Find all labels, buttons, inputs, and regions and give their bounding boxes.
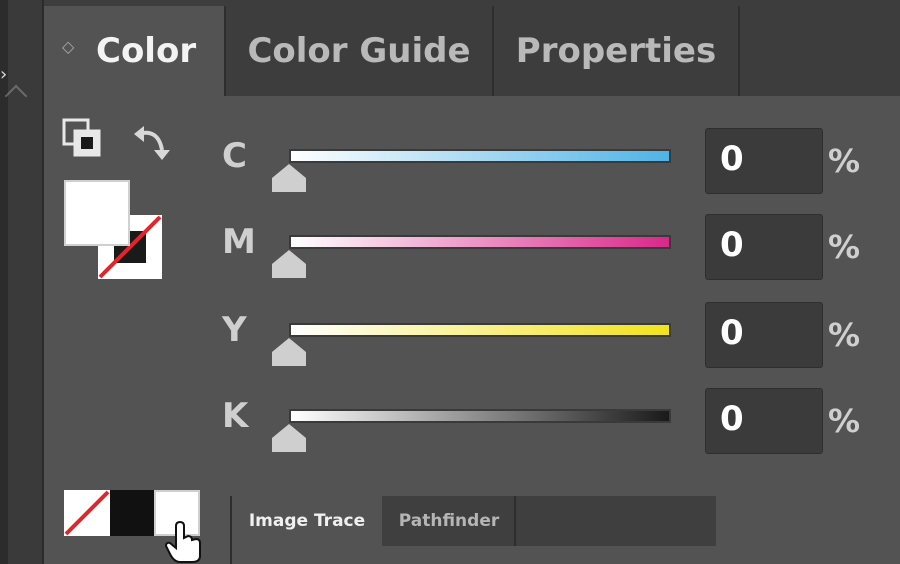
tab-properties[interactable]: Properties <box>494 6 738 96</box>
left-toolbar-strip: › <box>0 0 42 564</box>
slider-label-c: C <box>222 136 247 176</box>
black-slider-track[interactable] <box>289 409 671 423</box>
slider-row-black: K 0 % <box>44 388 900 468</box>
cyan-value: 0 <box>720 139 744 179</box>
magenta-slider-thumb[interactable] <box>270 248 308 280</box>
expand-arrow-icon[interactable] <box>4 84 28 108</box>
slider-label-k: K <box>222 396 249 436</box>
slider-row-magenta: M 0 % <box>44 214 900 294</box>
magenta-slider-track[interactable] <box>289 235 671 249</box>
black-value-input[interactable]: 0 <box>705 388 823 454</box>
none-slash-icon <box>64 490 110 536</box>
slider-row-cyan: C 0 % <box>44 128 900 208</box>
magenta-value-input[interactable]: 0 <box>705 214 823 280</box>
cyan-value-input[interactable]: 0 <box>705 128 823 194</box>
black-unit: % <box>828 402 861 440</box>
none-swatch[interactable] <box>64 490 110 536</box>
bottom-panel-tabs: Image Trace Pathfinder <box>232 496 716 546</box>
cyan-unit: % <box>828 142 861 180</box>
tab-divider <box>738 6 740 96</box>
yellow-value-input[interactable]: 0 <box>705 302 823 368</box>
yellow-unit: % <box>828 316 861 354</box>
yellow-slider-thumb[interactable] <box>270 336 308 368</box>
tab-image-trace-label: Image Trace <box>248 511 366 531</box>
hand-cursor-icon <box>164 520 201 563</box>
bottom-tab-divider <box>514 496 516 546</box>
slider-label-m: M <box>222 222 256 262</box>
panel-grip-icon[interactable]: ◇ <box>62 39 74 55</box>
tab-color-guide-label: Color Guide <box>247 31 471 71</box>
cyan-slider-track[interactable] <box>289 149 671 163</box>
slider-row-yellow: Y 0 % <box>44 302 900 382</box>
slider-label-y: Y <box>222 310 247 350</box>
collapse-caret-icon[interactable]: › <box>0 64 7 85</box>
cyan-slider-thumb[interactable] <box>270 162 308 194</box>
yellow-value: 0 <box>720 313 744 353</box>
tab-color[interactable]: ◇ Color <box>44 6 224 96</box>
tab-image-trace[interactable]: Image Trace <box>232 496 382 546</box>
tab-properties-label: Properties <box>515 31 717 71</box>
yellow-slider-track[interactable] <box>289 323 671 337</box>
tab-pathfinder-label: Pathfinder <box>398 511 500 531</box>
black-value: 0 <box>720 399 744 439</box>
magenta-unit: % <box>828 228 861 266</box>
panel-tab-bar: ◇ Color Color Guide Properties <box>44 0 900 96</box>
tab-pathfinder[interactable]: Pathfinder <box>384 496 514 546</box>
black-swatch[interactable] <box>110 490 154 536</box>
tab-color-guide[interactable]: Color Guide <box>226 6 492 96</box>
color-panel: ◇ Color Color Guide Properties C 0 % M 0… <box>42 0 900 564</box>
black-slider-thumb[interactable] <box>270 422 308 454</box>
tab-color-label: Color <box>96 31 197 71</box>
magenta-value: 0 <box>720 225 744 265</box>
